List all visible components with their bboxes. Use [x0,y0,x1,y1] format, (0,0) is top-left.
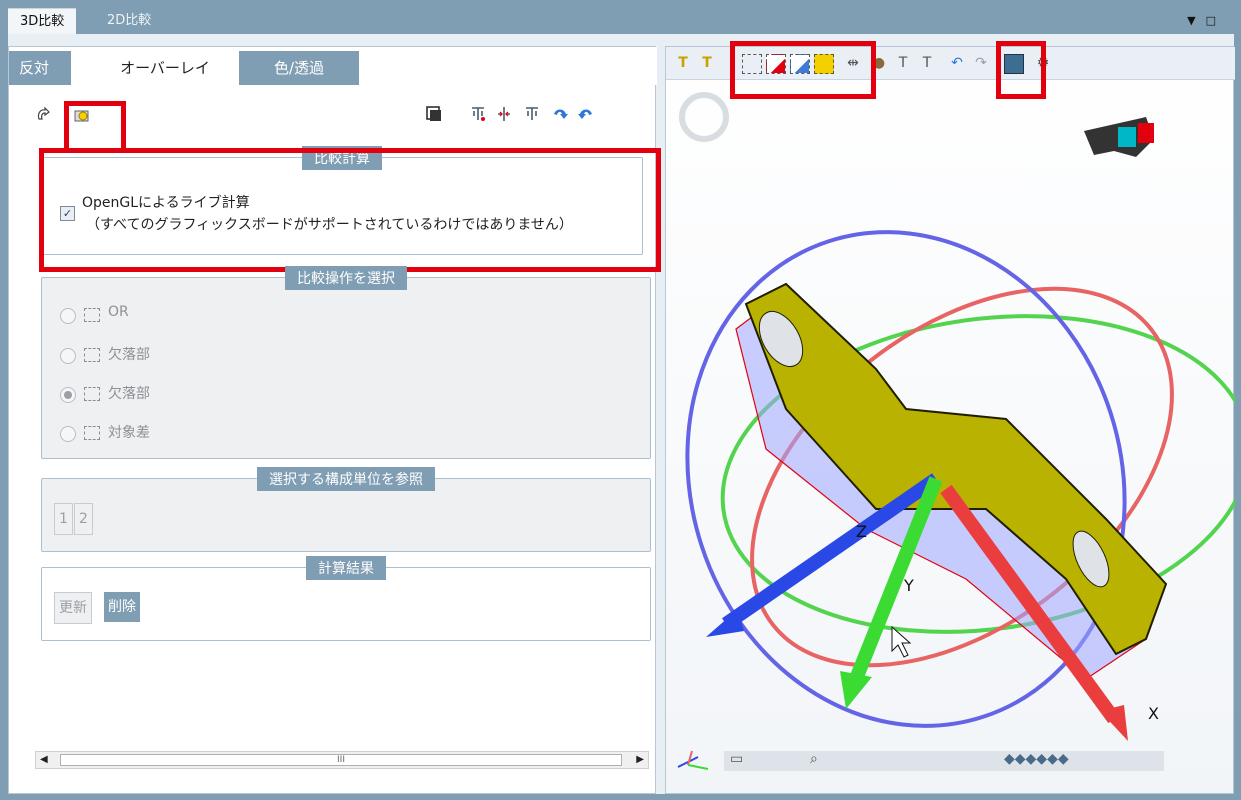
view-cylinder-icon[interactable]: ▭ [730,751,743,767]
split-icon[interactable] [493,105,515,127]
highlight-compare-calc [39,148,661,272]
result-group: 計算結果 更新 削除 [41,556,651,641]
left-panel: 反対 オーバーレイ 色/透過 比較計算 ✓ OpenGLによるライブ計算 （すべ… [8,46,661,794]
undo-icon[interactable]: ↶ [948,54,966,72]
subtab-strip: 反対 オーバーレイ 色/透過 [9,47,657,85]
z-axis-label: Z [856,522,867,541]
component-1-button[interactable]: 1 [54,503,73,535]
view-buttons-group: ▭ ⌕ ◆◆◆◆◆◆ [724,751,1164,771]
radio-missing-1-label: 欠落部 [108,347,150,363]
compare-op-title: 比較操作を選択 [285,266,407,290]
radio-missing-2[interactable] [60,387,76,403]
radio-missing-2-label: 欠落部 [108,386,150,402]
components-title: 選択する構成単位を参照 [257,467,435,491]
missing-left-icon [84,348,100,362]
tree-icon[interactable] [467,105,489,127]
undo-icon[interactable] [549,105,571,127]
redo-icon[interactable]: ↷ [972,54,990,72]
radio-or[interactable] [60,308,76,324]
dropdown-icon[interactable]: ▼ [1187,14,1205,27]
radio-missing-1[interactable] [60,348,76,364]
radio-sym-diff-label: 対象差 [108,425,150,441]
tab-3d-compare[interactable]: 3D比較 [8,8,77,35]
missing-right-icon [84,387,100,401]
tab-2d-compare[interactable]: 2D比較 [95,8,163,34]
delete-button[interactable]: 削除 [104,592,140,622]
scroll-right-icon[interactable]: ▶ [636,752,644,768]
viewer-panel: T T ⇹ ● T T ↶ ↷ ⚙ Z Y X ▭ ⌕ ◆◆◆◆◆◆ [665,41,1235,794]
horizontal-scrollbar[interactable]: ◀ III ▶ [35,751,649,769]
layer-icon[interactable] [423,105,445,127]
radio-sym-diff[interactable] [60,426,76,442]
window-controls: ▼□ [1187,8,1226,34]
component-2-button[interactable]: 2 [74,503,93,535]
axes-mini-icon [677,750,709,770]
filter-icon[interactable]: T [894,54,912,72]
compare-op-group: 比較操作を選択 OR 欠落部 欠落部 対象差 [41,266,651,459]
update-button[interactable]: 更新 [54,592,92,624]
x-axis-label: X [1148,704,1159,723]
tab-color-transparency[interactable]: 色/透過 [239,51,359,85]
scroll-left-icon[interactable]: ◀ [40,752,48,768]
text-orange-icon[interactable]: T [698,54,716,72]
redo-icon[interactable] [575,105,597,127]
maximize-icon[interactable]: □ [1206,14,1226,27]
result-title: 計算結果 [306,556,386,580]
y-axis-label: Y [903,576,914,595]
or-icon [84,308,100,322]
tree-icon[interactable]: T [918,54,936,72]
top-tab-strip: 3D比較 2D比較 ▼□ [8,8,1234,35]
components-group: 選択する構成単位を参照 1 2 [41,467,651,552]
view-toolbar: ▭ ⌕ ◆◆◆◆◆◆ [672,747,1164,775]
highlight-overlay-button [64,101,126,153]
3d-glasses-icon[interactable] [1084,117,1154,157]
view-iso-icon[interactable]: ◆◆◆◆◆◆ [1004,751,1069,767]
text-yellow-icon[interactable]: T [674,54,692,72]
radio-or-label: OR [108,304,129,320]
filter-icon[interactable] [521,105,543,127]
rotate-icon[interactable] [33,105,55,127]
tab-overlay[interactable]: オーバーレイ [71,51,259,85]
orbit-circle-icon[interactable] [679,92,729,142]
scroll-thumb[interactable]: III [60,754,622,766]
sym-diff-icon [84,426,100,440]
3d-scene[interactable]: Z Y X [666,79,1235,769]
view-zoom-icon[interactable]: ⌕ [810,751,818,767]
